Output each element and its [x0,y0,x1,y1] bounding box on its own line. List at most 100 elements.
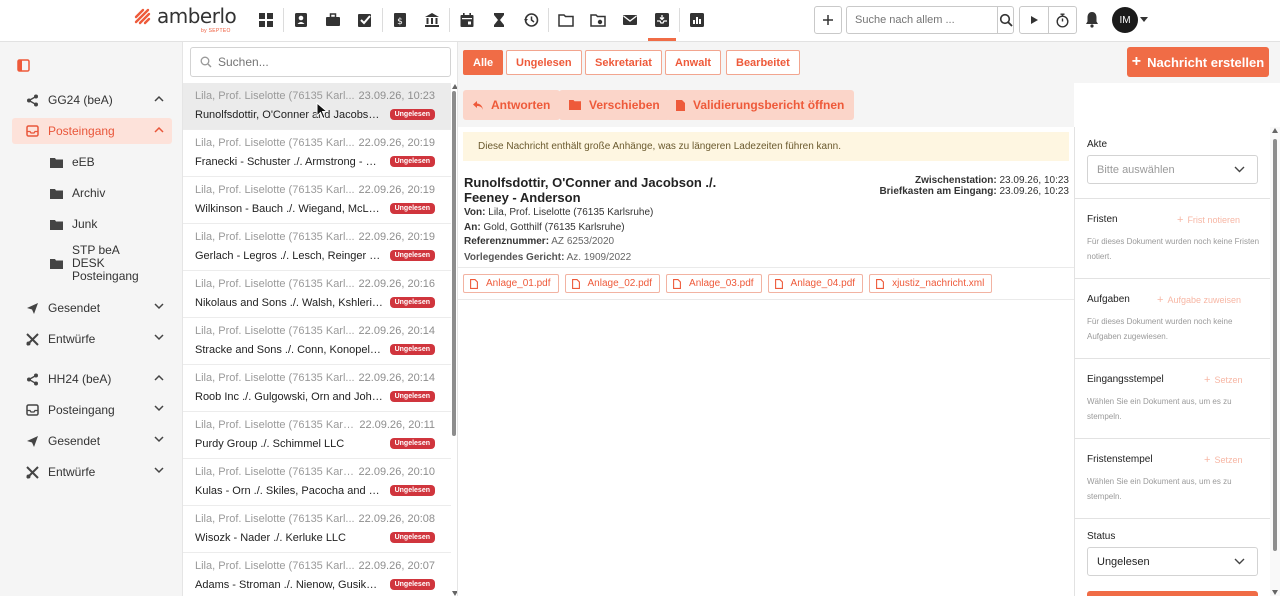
chevron-up-icon[interactable] [154,374,164,381]
save-button[interactable] [1087,591,1258,596]
briefcase-icon[interactable] [317,0,349,40]
scrollbar-thumb[interactable] [452,91,456,436]
list-item[interactable]: Lila, Prof. Liselotte (76135 Karl... 22.0… [183,271,451,318]
attachment-chip[interactable]: Anlage_01.pdf [463,274,559,293]
message-search [190,47,451,77]
scroll-down-icon[interactable] [1272,590,1278,595]
calendar-icon[interactable] [451,0,483,40]
list-item[interactable]: Lila, Prof. Liselotte (76135 Karl... 22.0… [183,177,451,224]
global-search-button[interactable] [997,7,1013,33]
quick-add-button[interactable] [814,6,842,34]
chevron-up-icon[interactable] [154,126,164,133]
message-date: 22.09.26, 20:11 [359,419,435,431]
play-timer-button[interactable] [1020,7,1049,33]
global-search-input[interactable] [847,7,997,33]
filter-sekretariat-button[interactable]: Sekretariat [585,50,662,75]
inbox-icon[interactable] [646,0,678,41]
sidebar-toggle-icon[interactable] [17,59,30,72]
sidebar-item-junk[interactable]: Junk [36,211,172,237]
chevron-down-icon[interactable] [154,303,164,310]
akte-select[interactable]: Bitte auswählen [1087,155,1258,184]
status-section: Status Ungelesen [1075,519,1271,596]
status-select[interactable]: Ungelesen [1087,547,1258,576]
attachment-chip[interactable]: xjustiz_nachricht.xml [869,274,993,293]
attachment-chip[interactable]: Anlage_03.pdf [666,274,762,293]
amberlo-logo[interactable]: amberlo by SEPTEO [134,5,237,35]
sidebar-item-label: Posteingang [48,124,115,138]
list-item[interactable]: Lila, Prof. Liselotte (76135 Karl... 22.0… [183,318,451,365]
message-sender: Lila, Prof. Liselotte (76135 Karl... [195,513,355,525]
list-item[interactable]: Lila, Prof. Liselotte (76135 Karl... 22.0… [183,365,451,412]
list-item[interactable]: Lila, Prof. Liselotte (76135 Karl... 22.0… [183,224,451,271]
message-timestamps: Zwischenstation: 23.09.26, 10:23 Briefka… [879,175,1069,197]
logo-subtitle: by SEPTEO [201,28,231,34]
aufgaben-description: Für dieses Dokument wurden noch keine Au… [1087,317,1233,341]
mail-icon[interactable] [614,0,646,40]
add-deadline-link[interactable]: + Frist notieren [1177,214,1240,226]
filter-anwalt-button[interactable]: Anwalt [665,50,722,75]
history-icon[interactable] [515,0,547,40]
reply-button[interactable]: Antworten [463,90,561,120]
message-list-scrollbar[interactable] [451,83,457,596]
chevron-down-icon[interactable] [154,405,164,412]
chevron-up-icon[interactable] [154,95,164,102]
folder-icon[interactable] [550,0,582,40]
right-panel-scrollbar[interactable] [1270,127,1280,596]
set-fristenstempel-label: Setzen [1214,455,1243,465]
notifications-button[interactable] [1084,11,1100,29]
sidebar-item-gesendet-hh24[interactable]: Gesendet [12,428,172,454]
scroll-up-icon[interactable] [1272,128,1278,133]
sidebar-item-gesendet[interactable]: Gesendet [12,295,172,321]
sidebar-item-stp-bea-desk[interactable]: STP beA DESK Posteingang [36,244,172,284]
sidebar-item-archiv[interactable]: Archiv [36,180,172,206]
set-eingangsstempel-link[interactable]: + Setzen [1204,374,1242,386]
logo-mark-icon [134,8,151,25]
filter-ungelesen-button[interactable]: Ungelesen [506,50,582,75]
move-button[interactable]: Verschieben [559,90,670,120]
bank-icon[interactable] [416,0,448,40]
sidebar-item-posteingang-hh24[interactable]: Posteingang [12,397,172,423]
sidebar-item-entwuerfe[interactable]: Entwürfe [12,326,172,352]
caret-down-icon[interactable] [1140,17,1148,23]
list-item[interactable]: Lila, Prof. Liselotte (76135 Karls... 22.… [183,412,451,459]
create-message-button[interactable]: + Nachricht erstellen [1127,47,1269,77]
reports-icon[interactable] [681,0,713,40]
validation-report-button[interactable]: Validierungsbericht öffnen [666,90,855,120]
sidebar-item-entwuerfe-hh24[interactable]: Entwürfe [12,459,172,485]
user-avatar[interactable]: IM [1112,7,1138,33]
chevron-down-icon[interactable] [154,334,164,341]
dashboard-icon[interactable] [250,0,282,40]
message-search-input[interactable] [212,55,450,69]
filter-bearbeitet-button[interactable]: Bearbeitet [726,50,800,75]
assign-task-link[interactable]: + Aufgabe zuweisen [1157,294,1241,306]
timer-controls [1019,6,1077,34]
von-label: Von: [464,207,486,218]
list-item[interactable]: Lila, Prof. Liselotte (76135 Karl... 22.0… [183,506,451,553]
billing-icon[interactable]: $ [384,0,416,40]
contact-icon[interactable] [285,0,317,40]
attachment-chip[interactable]: Anlage_04.pdf [767,274,864,293]
list-item[interactable]: Lila, Prof. Liselotte (76135 Karl... 22.0… [183,130,451,177]
mailbox-sidebar: GG24 (beA) Posteingang eEB Archiv Junk S… [0,42,183,596]
list-item[interactable]: Lila, Prof. Liselotte (76135 Karls... 22.… [183,459,451,506]
chevron-down-icon[interactable] [154,436,164,443]
chevron-down-icon[interactable] [154,467,164,474]
hourglass-icon[interactable] [483,0,515,40]
ref-value: AZ 6253/2020 [551,236,615,247]
list-item[interactable]: Lila, Prof. Liselotte (76135 Karl... 22.0… [183,553,451,596]
sidebar-item-posteingang[interactable]: Posteingang [12,118,172,144]
folder-settings-icon[interactable] [582,0,614,40]
filter-alle-button[interactable]: Alle [463,50,504,75]
mailbox-gg24[interactable]: GG24 (beA) [12,87,172,113]
stopwatch-button[interactable] [1049,7,1077,33]
action-bar: Antworten Verschieben Validierungsberich… [458,83,1074,127]
sidebar-item-label: STP beA DESK Posteingang [72,243,139,283]
attachment-chip[interactable]: Anlage_02.pdf [564,274,661,293]
scrollbar-thumb[interactable] [1273,139,1277,551]
mailbox-hh24[interactable]: HH24 (beA) [12,366,172,392]
sidebar-item-eeb[interactable]: eEB [36,149,172,175]
tasks-icon[interactable] [349,0,381,40]
message-list-items: Lila, Prof. Liselotte (76135 Karl... 23.0… [183,83,451,596]
set-fristenstempel-link[interactable]: + Setzen [1204,454,1242,466]
message-subject: Gerlach - Legros ./. Lesch, Reinger and … [195,250,383,262]
